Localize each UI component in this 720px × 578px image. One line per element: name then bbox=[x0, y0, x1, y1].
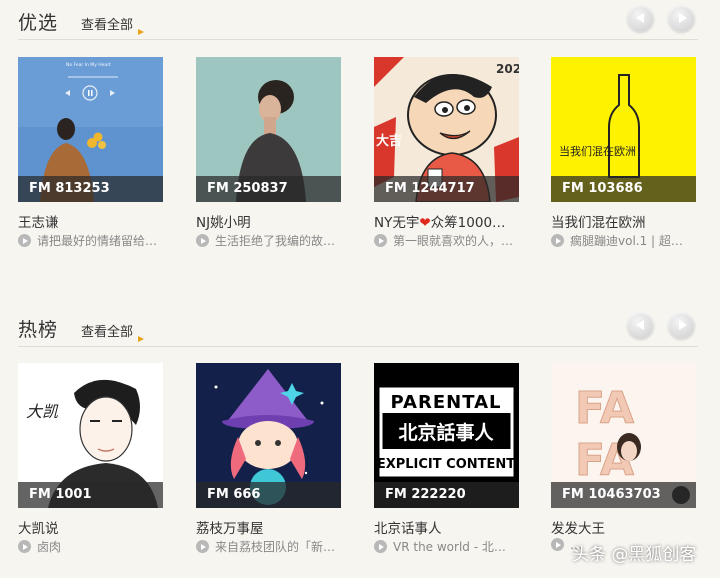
card-title[interactable]: 北京话事人 bbox=[374, 517, 524, 537]
play-icon[interactable] bbox=[18, 540, 31, 553]
next-page-button[interactable] bbox=[668, 5, 695, 32]
card-cover[interactable]: PARENTAL 北京話事人 EXPLICIT CONTENT FM 22222… bbox=[374, 363, 519, 508]
see-all-link[interactable]: 查看全部 bbox=[81, 14, 145, 35]
fm-number: FM 222220 bbox=[374, 482, 519, 508]
section-header: 热榜 查看全部 bbox=[18, 307, 698, 347]
card-title[interactable]: NJ姚小明 bbox=[196, 211, 346, 231]
fm-number: FM 666 bbox=[196, 482, 341, 508]
play-icon[interactable] bbox=[551, 538, 564, 551]
svg-text:PARENTAL: PARENTAL bbox=[391, 392, 502, 413]
svg-text:北京話事人: 北京話事人 bbox=[398, 421, 494, 444]
arrow-right-icon bbox=[138, 336, 145, 342]
svg-text:当我们混在欧洲: 当我们混在欧洲 bbox=[559, 144, 636, 158]
card-latest-episode[interactable]: 卤肉 bbox=[18, 538, 168, 555]
svg-text:大吉: 大吉 bbox=[376, 133, 402, 149]
card-cover[interactable]: 大凯 FM 1001 bbox=[18, 363, 163, 508]
radio-card[interactable]: FM 250837 NJ姚小明 生活拒绝了我编的故… bbox=[196, 57, 341, 248]
card-title[interactable]: 大凯说 bbox=[18, 517, 168, 537]
play-icon[interactable] bbox=[374, 234, 387, 247]
watermark: 头条 @黑狐创客 bbox=[572, 545, 697, 565]
fm-number: FM 10463703 bbox=[551, 482, 696, 508]
card-latest-episode[interactable]: 第一眼就喜欢的人，… bbox=[374, 232, 524, 249]
play-icon[interactable] bbox=[18, 234, 31, 247]
card-cover[interactable]: No Fear In My Heart FM 813253 bbox=[18, 57, 163, 202]
svg-text:大凯: 大凯 bbox=[26, 402, 59, 421]
card-cover[interactable]: FA FA FM 10463703 bbox=[551, 363, 696, 508]
fm-number: FM 1001 bbox=[18, 482, 163, 508]
chevron-right-icon bbox=[679, 13, 687, 23]
section-header: 优选 查看全部 bbox=[18, 0, 698, 40]
svg-text:FA: FA bbox=[575, 383, 634, 434]
play-icon[interactable] bbox=[551, 234, 564, 247]
next-page-button[interactable] bbox=[668, 312, 695, 339]
play-icon[interactable] bbox=[196, 540, 209, 553]
radio-card[interactable]: PARENTAL 北京話事人 EXPLICIT CONTENT FM 22222… bbox=[374, 363, 519, 554]
chevron-left-icon bbox=[636, 13, 644, 23]
chevron-right-icon bbox=[679, 320, 687, 330]
svg-text:EXPLICIT CONTENT: EXPLICIT CONTENT bbox=[377, 457, 515, 472]
svg-text:No Fear In My Heart: No Fear In My Heart bbox=[66, 62, 111, 68]
card-cover[interactable]: FM 250837 bbox=[196, 57, 341, 202]
radio-card[interactable]: FM 666 荔枝万事屋 来自荔枝团队的「新… bbox=[196, 363, 341, 554]
card-cover[interactable]: 2021 大吉 FM 1244717 bbox=[374, 57, 519, 202]
radio-card[interactable]: FA FA FM 10463703 发发大王 … bbox=[551, 363, 696, 552]
fm-number: FM 103686 bbox=[551, 176, 696, 202]
chevron-left-icon bbox=[636, 320, 644, 330]
radio-card[interactable]: 当我们混在欧洲 FM 103686 当我们混在欧洲 瘸腿蹦迪vol.1 | 超… bbox=[551, 57, 696, 248]
section-title: 热榜 bbox=[18, 319, 59, 341]
card-latest-episode[interactable]: 生活拒绝了我编的故… bbox=[196, 232, 346, 249]
arrow-right-icon bbox=[138, 29, 145, 35]
section-title: 优选 bbox=[18, 12, 59, 34]
prev-page-button[interactable] bbox=[627, 312, 654, 339]
radio-card[interactable]: 2021 大吉 FM 1244717 NY无宇❤众筹1000… 第一眼就喜欢的人… bbox=[374, 57, 519, 248]
card-title[interactable]: 王志谦 bbox=[18, 211, 168, 231]
see-all-link[interactable]: 查看全部 bbox=[81, 321, 145, 342]
heart-icon: ❤ bbox=[419, 215, 431, 231]
svg-text:2021: 2021 bbox=[496, 62, 519, 76]
play-icon[interactable] bbox=[374, 540, 387, 553]
radio-card[interactable]: No Fear In My Heart FM 813253 王志谦 请把最好的情… bbox=[18, 57, 163, 248]
fm-number: FM 1244717 bbox=[374, 176, 519, 202]
prev-page-button[interactable] bbox=[627, 5, 654, 32]
card-latest-episode[interactable]: 请把最好的情绪留给… bbox=[18, 232, 168, 249]
card-cover[interactable]: 当我们混在欧洲 FM 103686 bbox=[551, 57, 696, 202]
card-title[interactable]: 发发大王 bbox=[551, 517, 701, 537]
play-icon[interactable] bbox=[196, 234, 209, 247]
card-title[interactable]: NY无宇❤众筹1000… bbox=[374, 211, 524, 231]
fm-number: FM 250837 bbox=[196, 176, 341, 202]
card-cover[interactable]: FM 666 bbox=[196, 363, 341, 508]
card-title[interactable]: 荔枝万事屋 bbox=[196, 517, 346, 537]
card-latest-episode[interactable]: 来自荔枝团队的「新… bbox=[196, 538, 346, 555]
radio-card[interactable]: 大凯 FM 1001 大凯说 卤肉 bbox=[18, 363, 163, 554]
card-latest-episode[interactable]: 瘸腿蹦迪vol.1 | 超… bbox=[551, 232, 701, 249]
card-latest-episode[interactable]: VR the world - 北… bbox=[374, 538, 524, 555]
card-title[interactable]: 当我们混在欧洲 bbox=[551, 211, 701, 231]
fm-number: FM 813253 bbox=[18, 176, 163, 202]
